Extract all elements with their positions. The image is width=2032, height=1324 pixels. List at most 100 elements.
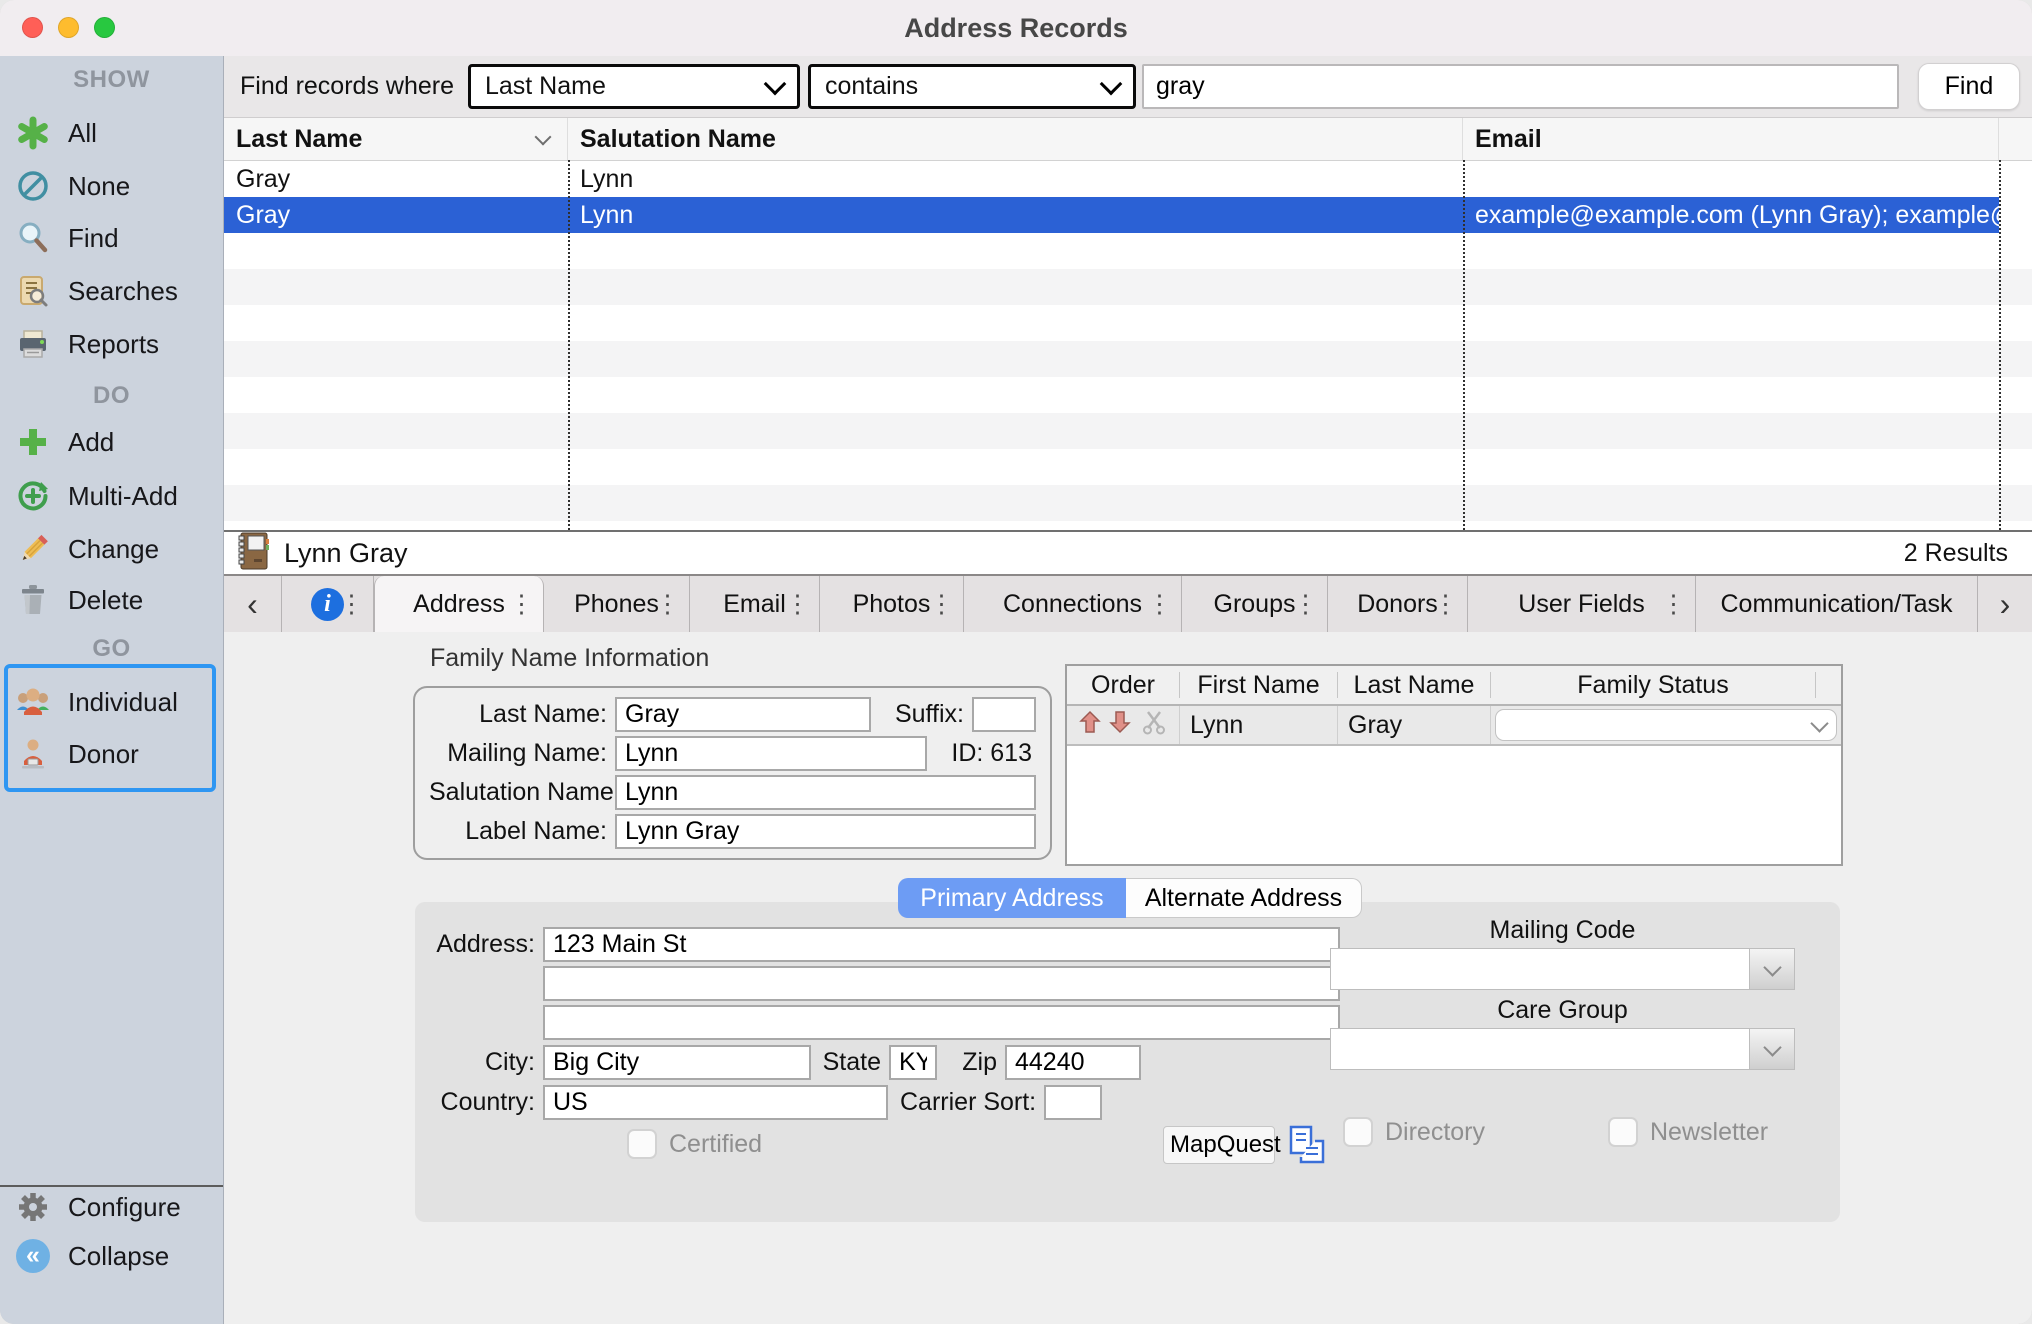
sidebar-item-reports[interactable]: Reports (0, 324, 223, 364)
primary-address-tab[interactable]: Primary Address (898, 878, 1126, 918)
state-field[interactable] (889, 1045, 937, 1080)
asterisk-icon (15, 115, 51, 151)
care-group-label: Care Group (1330, 996, 1795, 1025)
tab-menu-dots-icon[interactable]: ⋮ (1661, 592, 1686, 617)
tab-donors[interactable]: Donors ⋮ (1328, 576, 1468, 632)
results-table: Last Name Salutation Name Email Gray Lyn… (224, 118, 2032, 530)
table-row-empty (224, 485, 2032, 521)
address-line1-field[interactable] (543, 927, 1340, 962)
sidebar-item-multi-add[interactable]: Multi-Add (0, 476, 223, 516)
sidebar-item-searches[interactable]: Searches (0, 271, 223, 311)
tab-phones[interactable]: Phones ⋮ (544, 576, 690, 632)
family-members-table: Order First Name Last Name Family Status (1065, 664, 1843, 866)
table-row-selected[interactable]: Gray Lynn example@example.com (Lynn Gray… (224, 197, 2032, 233)
care-group-dropdown[interactable] (1330, 1028, 1795, 1070)
tab-email[interactable]: Email ⋮ (690, 576, 820, 632)
sidebar-item-individual[interactable]: Individual (0, 682, 223, 722)
table-row[interactable]: Gray Lynn (224, 161, 2032, 197)
directory-label: Directory (1385, 1118, 1485, 1147)
zoom-window-icon[interactable] (94, 17, 115, 38)
tab-scroll-left[interactable]: ‹ (224, 576, 282, 632)
results-count: 2 Results (1904, 539, 2008, 568)
family-members-header: Order First Name Last Name Family Status (1067, 666, 1841, 706)
sidebar-item-none[interactable]: None (0, 166, 223, 206)
sidebar-item-delete[interactable]: Delete (0, 580, 223, 620)
sidebar-item-all[interactable]: All (0, 113, 223, 153)
column-separator[interactable] (568, 160, 570, 530)
sidebar-item-label: Searches (68, 276, 178, 307)
directory-checkbox[interactable] (1343, 1117, 1373, 1147)
alternate-address-tab[interactable]: Alternate Address (1126, 878, 1362, 918)
close-window-icon[interactable] (22, 17, 43, 38)
column-header-salutation-name[interactable]: Salutation Name (568, 118, 1463, 160)
sidebar-item-configure[interactable]: Configure (0, 1187, 223, 1227)
move-down-icon[interactable] (1107, 709, 1133, 742)
copy-address-icon[interactable] (1287, 1124, 1327, 1171)
column-separator[interactable] (1463, 160, 1465, 530)
tab-info[interactable]: i ⋮ (282, 576, 374, 632)
sidebar-item-collapse[interactable]: « Collapse (0, 1236, 223, 1276)
chevron-down-icon (1749, 1029, 1794, 1069)
mapquest-button[interactable]: MapQuest (1163, 1126, 1275, 1164)
address-label: Address: (415, 930, 535, 959)
find-button[interactable]: Find (1918, 63, 2020, 110)
salutation-name-field[interactable] (615, 775, 1036, 810)
tab-menu-dots-icon[interactable]: ⋮ (1293, 592, 1318, 617)
tab-groups[interactable]: Groups ⋮ (1182, 576, 1328, 632)
sort-chevron-icon (535, 129, 552, 146)
tab-scroll-right[interactable]: › (1978, 576, 2032, 632)
tab-menu-dots-icon[interactable]: ⋮ (929, 592, 954, 617)
zip-field[interactable] (1005, 1045, 1141, 1080)
tab-user-fields[interactable]: User Fields ⋮ (1468, 576, 1696, 632)
minimize-window-icon[interactable] (58, 17, 79, 38)
sidebar-item-label: Add (68, 427, 114, 458)
mailing-name-field[interactable] (615, 736, 927, 771)
tab-photos[interactable]: Photos ⋮ (820, 576, 964, 632)
family-status-dropdown[interactable] (1495, 709, 1837, 741)
sidebar-item-find[interactable]: Find (0, 218, 223, 258)
address-line3-field[interactable] (543, 1005, 1340, 1040)
tab-menu-dots-icon[interactable]: ⋮ (1147, 592, 1172, 617)
chevron-down-icon (764, 72, 787, 95)
circle-plus-arrow-icon (15, 478, 51, 514)
tab-address[interactable]: Address ⋮ (374, 576, 544, 632)
last-name-field[interactable] (615, 697, 871, 732)
label-name-field[interactable] (615, 814, 1036, 849)
address-type-segmented-control: Primary Address Alternate Address (898, 878, 1362, 918)
operator-dropdown[interactable]: contains (808, 64, 1136, 109)
column-separator[interactable] (1999, 160, 2001, 530)
column-header-email[interactable]: Email (1463, 118, 1999, 160)
city-field[interactable] (543, 1045, 811, 1080)
table-row-empty (224, 341, 2032, 377)
address-line2-field[interactable] (543, 966, 1340, 1001)
family-member-row[interactable]: Lynn Gray (1067, 706, 1841, 746)
column-header-last-name[interactable]: Last Name (224, 118, 568, 160)
search-query-input[interactable] (1142, 64, 1899, 109)
tab-connections[interactable]: Connections ⋮ (964, 576, 1182, 632)
country-field[interactable] (543, 1085, 888, 1120)
sidebar-section-go: GO (0, 629, 223, 669)
tab-communication-task[interactable]: Communication/Task (1696, 576, 1978, 632)
tab-menu-dots-icon[interactable]: ⋮ (339, 592, 364, 617)
tab-menu-dots-icon[interactable]: ⋮ (509, 592, 534, 617)
tab-menu-dots-icon[interactable]: ⋮ (785, 592, 810, 617)
newsletter-checkbox[interactable] (1608, 1117, 1638, 1147)
people-icon (15, 684, 51, 720)
sidebar-item-add[interactable]: Add (0, 422, 223, 462)
move-up-icon[interactable] (1077, 709, 1103, 742)
suffix-field[interactable] (972, 697, 1036, 732)
field-dropdown[interactable]: Last Name (468, 64, 800, 109)
sidebar-item-label: Configure (68, 1192, 181, 1223)
sidebar-item-label: Donor (68, 739, 139, 770)
table-row-empty (224, 377, 2032, 413)
sidebar-item-donor[interactable]: Donor (0, 734, 223, 774)
certified-checkbox[interactable] (627, 1129, 657, 1159)
app-window: Address Records SHOW All None Find (0, 0, 2032, 1324)
scissors-icon[interactable] (1141, 709, 1167, 742)
sidebar-item-change[interactable]: Change (0, 529, 223, 569)
plus-icon (15, 424, 51, 460)
carrier-sort-field[interactable] (1044, 1085, 1102, 1120)
tab-menu-dots-icon[interactable]: ⋮ (655, 592, 680, 617)
mailing-code-dropdown[interactable] (1330, 948, 1795, 990)
tab-menu-dots-icon[interactable]: ⋮ (1433, 592, 1458, 617)
